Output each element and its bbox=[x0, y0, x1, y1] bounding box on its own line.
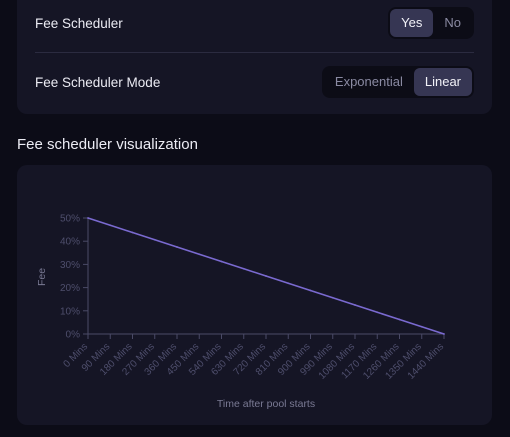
fee-scheduler-no-button[interactable]: No bbox=[433, 9, 472, 37]
fee-scheduler-mode-row: Fee Scheduler Mode Exponential Linear bbox=[35, 64, 474, 100]
fee-data-point bbox=[87, 217, 89, 219]
fee-chart-card: 0% 10% 20% 30% 40% 50% 0 Mins 90 Mins 180 Mins 27… bbox=[17, 165, 492, 425]
y-tick-label: 20% bbox=[60, 283, 80, 294]
fee-scheduler-yes-button[interactable]: Yes bbox=[390, 9, 434, 37]
y-tick-label: 40% bbox=[60, 237, 80, 248]
fee-scheduler-settings-card: Fee Scheduler Yes No Fee Scheduler Mode … bbox=[17, 0, 492, 114]
fee-data-point bbox=[109, 224, 112, 227]
fee-data-point bbox=[420, 325, 423, 328]
fee-scheduler-label: Fee Scheduler bbox=[35, 15, 123, 31]
fee-data-point bbox=[176, 246, 178, 248]
settings-divider bbox=[35, 52, 474, 53]
fee-data-point bbox=[220, 260, 223, 263]
fee-data-point bbox=[309, 289, 312, 292]
mode-exponential-button[interactable]: Exponential bbox=[324, 68, 414, 96]
fee-scheduler-chart: 0%10%20%30%40%50%0 Mins90 Mins180 Mins27… bbox=[36, 214, 446, 411]
y-axis-title: Fee bbox=[36, 268, 48, 286]
fee-data-point bbox=[443, 333, 445, 335]
y-tick-label: 50% bbox=[60, 214, 80, 225]
fee-data-point bbox=[287, 282, 290, 285]
fee-scheduler-toggle: Yes No bbox=[388, 7, 474, 39]
y-tick-label: 10% bbox=[60, 306, 80, 317]
mode-linear-button[interactable]: Linear bbox=[413, 68, 472, 96]
fee-data-point bbox=[331, 296, 334, 299]
fee-data-point bbox=[242, 267, 245, 270]
fee-data-point bbox=[265, 275, 267, 277]
fee-data-point bbox=[153, 238, 156, 241]
fee-data-point bbox=[376, 311, 379, 314]
fee-scheduler-mode-label: Fee Scheduler Mode bbox=[35, 74, 161, 90]
y-tick-label: 0% bbox=[66, 330, 81, 341]
x-axis-title: Time after pool starts bbox=[217, 398, 315, 410]
visualization-title: Fee scheduler visualization bbox=[17, 136, 198, 153]
fee-data-point bbox=[198, 253, 201, 256]
fee-data-point bbox=[398, 318, 401, 321]
fee-data-point bbox=[131, 231, 134, 234]
fee-scheduler-mode-toggle: Exponential Linear bbox=[321, 66, 474, 98]
y-tick-label: 30% bbox=[60, 260, 80, 271]
fee-scheduler-row: Fee Scheduler Yes No bbox=[35, 5, 474, 41]
fee-data-point bbox=[354, 304, 356, 306]
